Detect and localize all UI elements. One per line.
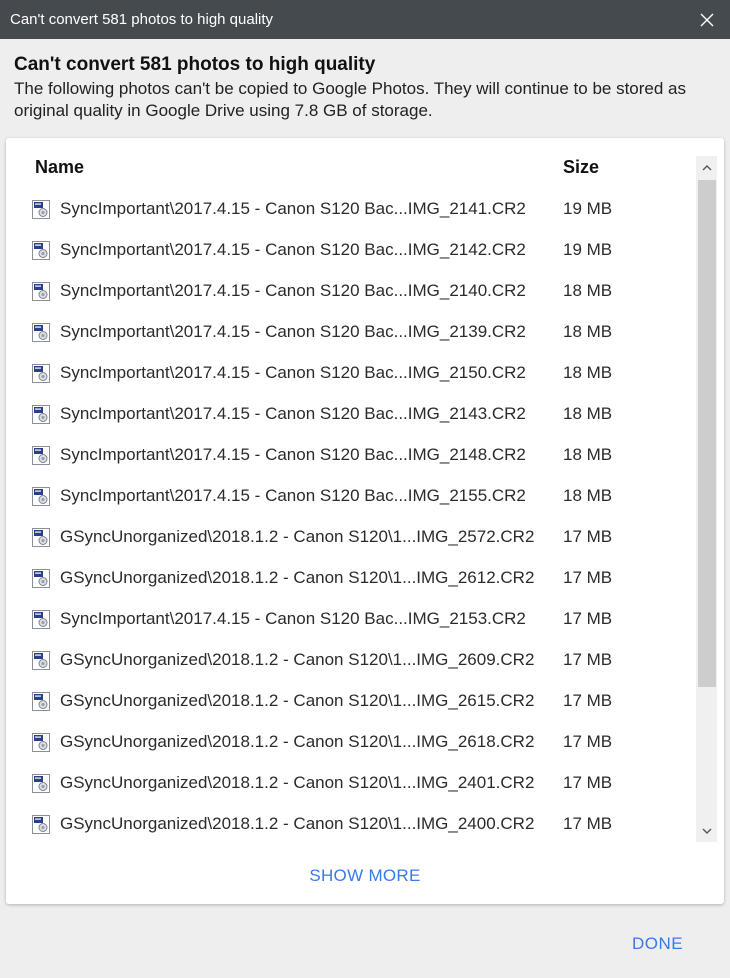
column-header-name: Name <box>35 157 85 177</box>
file-row: SyncImportant\2017.4.15 - Canon S120 Bac… <box>6 312 696 353</box>
file-row: SyncImportant\2017.4.15 - Canon S120 Bac… <box>6 394 696 435</box>
file-row: SyncImportant\2017.4.15 - Canon S120 Bac… <box>6 599 696 640</box>
file-name: SyncImportant\2017.4.15 - Canon S120 Bac… <box>60 322 526 341</box>
raw-image-file-icon <box>32 241 50 260</box>
file-row: SyncImportant\2017.4.15 - Canon S120 Bac… <box>6 271 696 312</box>
file-name: GSyncUnorganized\2018.1.2 - Canon S120\1… <box>60 650 535 669</box>
raw-image-file-icon <box>32 528 50 547</box>
raw-image-file-icon <box>32 364 50 383</box>
file-name: SyncImportant\2017.4.15 - Canon S120 Bac… <box>60 281 526 300</box>
file-size: 18 MB <box>563 486 613 505</box>
file-size: 18 MB <box>563 404 613 423</box>
file-name: SyncImportant\2017.4.15 - Canon S120 Bac… <box>60 363 526 382</box>
column-header-size: Size <box>563 157 600 177</box>
raw-image-file-icon <box>32 774 50 793</box>
raw-image-file-icon <box>32 692 50 711</box>
file-size: 18 MB <box>563 445 613 464</box>
file-name: SyncImportant\2017.4.15 - Canon S120 Bac… <box>60 199 526 218</box>
file-size: 17 MB <box>563 773 613 792</box>
file-size: 17 MB <box>563 609 613 628</box>
file-name: SyncImportant\2017.4.15 - Canon S120 Bac… <box>60 609 526 628</box>
raw-image-file-icon <box>32 282 50 301</box>
raw-image-file-icon <box>32 610 50 629</box>
file-name: GSyncUnorganized\2018.1.2 - Canon S120\1… <box>60 773 535 792</box>
file-size: 17 MB <box>563 814 613 833</box>
file-row: SyncImportant\2017.4.15 - Canon S120 Bac… <box>6 189 696 230</box>
raw-image-file-icon <box>32 651 50 670</box>
chevron-up-icon <box>702 164 711 170</box>
file-row: GSyncUnorganized\2018.1.2 - Canon S120\1… <box>6 640 696 681</box>
raw-image-file-icon <box>32 200 50 219</box>
file-size: 17 MB <box>563 650 613 669</box>
file-name: GSyncUnorganized\2018.1.2 - Canon S120\1… <box>60 732 535 751</box>
raw-image-file-icon <box>32 446 50 465</box>
file-name: SyncImportant\2017.4.15 - Canon S120 Bac… <box>60 404 526 423</box>
file-size: 17 MB <box>563 527 613 546</box>
dialog-heading: Can't convert 581 photos to high quality <box>14 54 376 75</box>
raw-image-file-icon <box>32 569 50 588</box>
window-title: Can't convert 581 photos to high quality <box>10 11 274 28</box>
file-size: 19 MB <box>563 199 613 218</box>
file-row: GSyncUnorganized\2018.1.2 - Canon S120\1… <box>6 763 696 804</box>
file-row: SyncImportant\2017.4.15 - Canon S120 Bac… <box>6 353 696 394</box>
file-row: GSyncUnorganized\2018.1.2 - Canon S120\1… <box>6 681 696 722</box>
file-list-panel: Name Size SyncImportant\2017.4.15 - Cano… <box>6 138 724 904</box>
file-row: SyncImportant\2017.4.15 - Canon S120 Bac… <box>6 230 696 271</box>
chevron-down-icon <box>702 828 711 834</box>
file-name: GSyncUnorganized\2018.1.2 - Canon S120\1… <box>60 691 535 710</box>
file-size: 17 MB <box>563 568 613 587</box>
scroll-down-button[interactable] <box>696 820 717 842</box>
done-button[interactable]: DONE <box>632 934 683 954</box>
file-size: 18 MB <box>563 363 613 382</box>
file-size: 18 MB <box>563 322 613 341</box>
raw-image-file-icon <box>32 815 50 834</box>
scroll-up-button[interactable] <box>696 156 717 178</box>
file-size: 19 MB <box>563 240 613 259</box>
file-row: SyncImportant\2017.4.15 - Canon S120 Bac… <box>6 476 696 517</box>
file-size: 17 MB <box>563 691 613 710</box>
file-size: 18 MB <box>563 281 613 300</box>
raw-image-file-icon <box>32 405 50 424</box>
vertical-scrollbar[interactable] <box>696 156 717 842</box>
file-row: GSyncUnorganized\2018.1.2 - Canon S120\1… <box>6 722 696 763</box>
dialog-description: The following photos can't be copied to … <box>14 79 687 120</box>
file-list: SyncImportant\2017.4.15 - Canon S120 Bac… <box>6 189 696 845</box>
raw-image-file-icon <box>32 733 50 752</box>
file-name: GSyncUnorganized\2018.1.2 - Canon S120\1… <box>60 527 535 546</box>
file-name: SyncImportant\2017.4.15 - Canon S120 Bac… <box>60 445 526 464</box>
close-icon <box>700 13 714 26</box>
close-button[interactable] <box>684 0 730 39</box>
file-name: GSyncUnorganized\2018.1.2 - Canon S120\1… <box>60 814 535 833</box>
file-row: SyncImportant\2017.4.15 - Canon S120 Bac… <box>6 435 696 476</box>
scrollbar-thumb[interactable] <box>698 180 716 687</box>
file-row: GSyncUnorganized\2018.1.2 - Canon S120\1… <box>6 804 696 845</box>
file-row: GSyncUnorganized\2018.1.2 - Canon S120\1… <box>6 517 696 558</box>
file-name: SyncImportant\2017.4.15 - Canon S120 Bac… <box>60 486 526 505</box>
file-name: GSyncUnorganized\2018.1.2 - Canon S120\1… <box>60 568 535 587</box>
show-more-button[interactable]: SHOW MORE <box>6 866 724 886</box>
file-size: 17 MB <box>563 732 613 751</box>
dialog-window: Can't convert 581 photos to high quality… <box>0 0 730 978</box>
title-bar: Can't convert 581 photos to high quality <box>0 0 730 39</box>
raw-image-file-icon <box>32 487 50 506</box>
file-name: SyncImportant\2017.4.15 - Canon S120 Bac… <box>60 240 526 259</box>
raw-image-file-icon <box>32 323 50 342</box>
file-row: GSyncUnorganized\2018.1.2 - Canon S120\1… <box>6 558 696 599</box>
